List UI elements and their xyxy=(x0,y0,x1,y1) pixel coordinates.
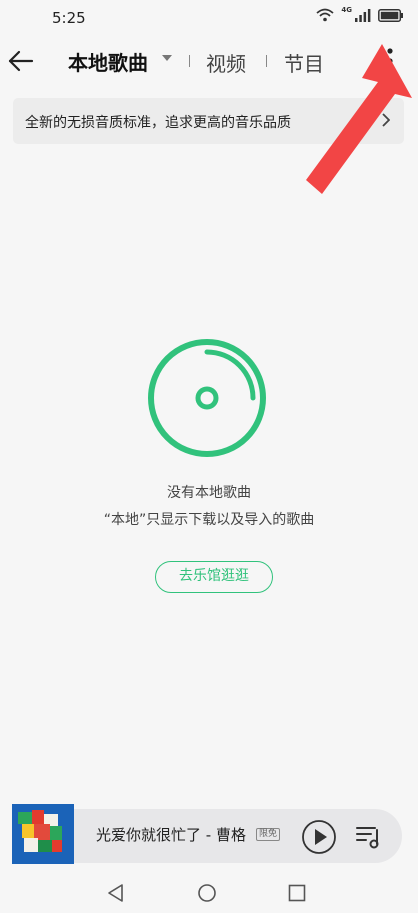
top-nav: 本地歌曲 视频 节目 xyxy=(0,38,418,84)
tab-local-songs[interactable]: 本地歌曲 xyxy=(68,47,148,76)
nav-recent-apps-icon[interactable] xyxy=(288,884,306,902)
play-icon[interactable] xyxy=(301,819,337,855)
empty-state-title: 没有本地歌曲 xyxy=(167,485,251,501)
status-time: 5:25 xyxy=(52,9,86,27)
playlist-icon[interactable] xyxy=(354,822,382,850)
album-cover[interactable] xyxy=(12,804,74,864)
disc-icon xyxy=(148,339,266,457)
chevron-right-icon xyxy=(382,113,390,127)
free-badge: 限免 xyxy=(256,828,281,841)
cellular-signal-icon xyxy=(355,8,371,22)
wifi-icon xyxy=(316,8,334,22)
system-nav-bar xyxy=(0,873,418,913)
more-vertical-icon[interactable] xyxy=(380,44,400,78)
nav-back-icon[interactable] xyxy=(106,883,126,903)
lossless-quality-banner[interactable]: 全新的无损音质标准，追求更高的音乐品质 xyxy=(13,98,404,144)
nav-home-icon[interactable] xyxy=(197,883,217,903)
browse-music-hall-button[interactable]: 去乐馆逛逛 xyxy=(155,561,273,593)
now-playing-title[interactable]: 光爱你就很忙了 - 曹格 xyxy=(96,824,246,845)
tab-divider xyxy=(266,55,267,67)
banner-text: 全新的无损音质标准，追求更高的音乐品质 xyxy=(25,115,291,131)
back-arrow-icon[interactable] xyxy=(6,46,38,76)
tab-divider xyxy=(189,55,190,67)
empty-state-subtitle: “本地”只显示下载以及导入的歌曲 xyxy=(103,512,315,528)
status-bar: 5:25 4G xyxy=(0,0,418,36)
network-type-label: 4G xyxy=(341,6,352,14)
battery-icon xyxy=(378,8,403,22)
tab-program[interactable]: 节目 xyxy=(284,48,324,77)
caret-down-icon[interactable] xyxy=(160,51,174,65)
tab-video[interactable]: 视频 xyxy=(206,48,246,77)
status-icons: 4G xyxy=(316,6,404,22)
